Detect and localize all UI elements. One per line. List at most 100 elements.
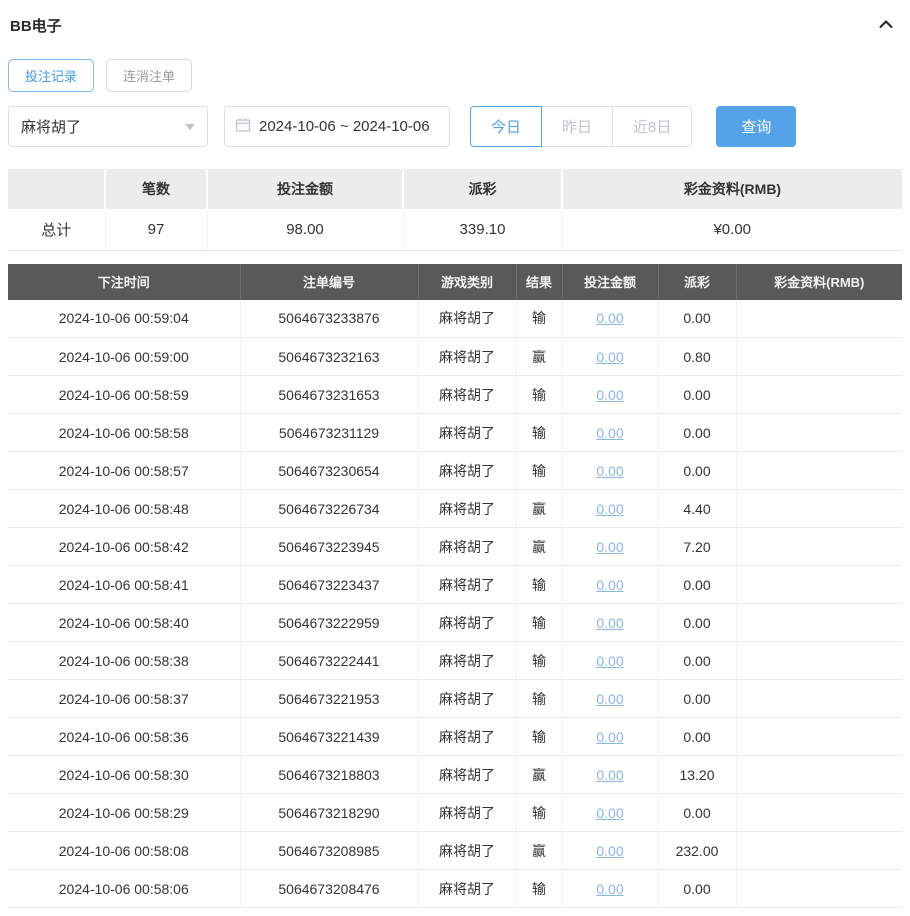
table-row: 2024-10-06 00:58:37 5064673221953 麻将胡了 输… xyxy=(8,680,902,718)
cell-order-id: 5064673218803 xyxy=(240,756,418,794)
cell-game-type: 麻将胡了 xyxy=(418,718,516,756)
cell-game-type: 麻将胡了 xyxy=(418,870,516,908)
cell-game-type: 麻将胡了 xyxy=(418,604,516,642)
cell-game-type: 麻将胡了 xyxy=(418,794,516,832)
cell-order-id: 5064673221439 xyxy=(240,718,418,756)
cell-payout: 7.20 xyxy=(658,528,736,566)
bet-amount-link[interactable]: 0.00 xyxy=(596,805,623,821)
bet-amount-link[interactable]: 0.00 xyxy=(596,767,623,783)
cell-bonus xyxy=(736,300,902,338)
cell-game-type: 麻将胡了 xyxy=(418,338,516,376)
bet-amount-link[interactable]: 0.00 xyxy=(596,729,623,745)
tab-cancelled-orders[interactable]: 连消注单 xyxy=(106,59,192,92)
quick-button-last8days[interactable]: 近8日 xyxy=(612,106,692,147)
cell-result: 输 xyxy=(516,566,562,604)
summary-table: 笔数 投注金额 派彩 彩金资料(RMB) 总计 97 98.00 339.10 … xyxy=(8,169,902,251)
cell-result: 输 xyxy=(516,376,562,414)
bet-amount-link[interactable]: 0.00 xyxy=(596,615,623,631)
bet-amount-link[interactable]: 0.00 xyxy=(596,387,623,403)
summary-header-payout: 派彩 xyxy=(403,169,562,209)
table-row: 2024-10-06 00:58:08 5064673208985 麻将胡了 赢… xyxy=(8,832,902,870)
cell-game-type: 麻将胡了 xyxy=(418,680,516,718)
table-row: 2024-10-06 00:58:48 5064673226734 麻将胡了 赢… xyxy=(8,490,902,528)
table-row: 2024-10-06 00:58:06 5064673208476 麻将胡了 输… xyxy=(8,870,902,908)
cell-payout: 4.40 xyxy=(658,490,736,528)
cell-bet-time: 2024-10-06 00:58:38 xyxy=(8,642,240,680)
chevron-up-icon xyxy=(876,14,896,37)
bet-amount-link[interactable]: 0.00 xyxy=(596,463,623,479)
cell-result: 赢 xyxy=(516,338,562,376)
table-row: 2024-10-06 00:58:59 5064673231653 麻将胡了 输… xyxy=(8,376,902,414)
cell-order-id: 5064673222441 xyxy=(240,642,418,680)
table-row: 2024-10-06 00:58:40 5064673222959 麻将胡了 输… xyxy=(8,604,902,642)
cell-bet-time: 2024-10-06 00:58:42 xyxy=(8,528,240,566)
summary-total-payout: 339.10 xyxy=(403,209,562,250)
cell-order-id: 5064673226734 xyxy=(240,490,418,528)
bet-amount-link[interactable]: 0.00 xyxy=(596,501,623,517)
cell-game-type: 麻将胡了 xyxy=(418,300,516,338)
header-result: 结果 xyxy=(516,264,562,300)
cell-payout: 0.00 xyxy=(658,414,736,452)
date-range-input[interactable]: 2024-10-06 ~ 2024-10-06 xyxy=(224,106,450,147)
bet-amount-link[interactable]: 0.00 xyxy=(596,653,623,669)
cell-bet-amount: 0.00 xyxy=(562,528,658,566)
summary-header-bonus: 彩金资料(RMB) xyxy=(562,169,902,209)
filter-bar: 麻将胡了 2024-10-06 ~ 2024-10-06 今日 昨日 近8日 查… xyxy=(8,106,902,147)
header-game-type: 游戏类别 xyxy=(418,264,516,300)
cell-bet-time: 2024-10-06 00:58:08 xyxy=(8,832,240,870)
table-row: 2024-10-06 00:58:41 5064673223437 麻将胡了 输… xyxy=(8,566,902,604)
table-row: 2024-10-06 00:59:04 5064673233876 麻将胡了 输… xyxy=(8,300,902,338)
cell-result: 输 xyxy=(516,680,562,718)
cell-payout: 0.80 xyxy=(658,338,736,376)
cell-bet-time: 2024-10-06 00:58:36 xyxy=(8,718,240,756)
bet-amount-link[interactable]: 0.00 xyxy=(596,843,623,859)
bet-amount-link[interactable]: 0.00 xyxy=(596,425,623,441)
cell-order-id: 5064673233876 xyxy=(240,300,418,338)
cell-game-type: 麻将胡了 xyxy=(418,376,516,414)
cell-order-id: 5064673208476 xyxy=(240,870,418,908)
cell-bonus xyxy=(736,832,902,870)
cell-bonus xyxy=(736,718,902,756)
bet-amount-link[interactable]: 0.00 xyxy=(596,691,623,707)
cell-result: 输 xyxy=(516,300,562,338)
cell-bet-time: 2024-10-06 00:58:29 xyxy=(8,794,240,832)
cell-bet-time: 2024-10-06 00:59:04 xyxy=(8,300,240,338)
bet-amount-link[interactable]: 0.00 xyxy=(596,539,623,555)
table-row: 2024-10-06 00:59:00 5064673232163 麻将胡了 赢… xyxy=(8,338,902,376)
collapse-button[interactable] xyxy=(872,12,900,39)
page-title: BB电子 xyxy=(10,15,62,36)
bet-records-table: 下注时间 注单编号 游戏类别 结果 投注金额 派彩 彩金资料(RMB) 2024… xyxy=(8,264,902,909)
cell-bet-time: 2024-10-06 00:58:58 xyxy=(8,414,240,452)
cell-result: 赢 xyxy=(516,756,562,794)
date-range-value: 2024-10-06 ~ 2024-10-06 xyxy=(259,118,430,135)
table-row: 2024-10-06 00:58:57 5064673230654 麻将胡了 输… xyxy=(8,452,902,490)
table-row: 2024-10-06 00:58:38 5064673222441 麻将胡了 输… xyxy=(8,642,902,680)
bet-amount-link[interactable]: 0.00 xyxy=(596,881,623,897)
cell-game-type: 麻将胡了 xyxy=(418,452,516,490)
cell-result: 赢 xyxy=(516,528,562,566)
summary-header-blank xyxy=(8,169,105,209)
table-row: 2024-10-06 00:58:30 5064673218803 麻将胡了 赢… xyxy=(8,756,902,794)
quick-button-yesterday[interactable]: 昨日 xyxy=(541,106,613,147)
summary-total-bonus: ¥0.00 xyxy=(562,209,902,250)
table-row: 2024-10-06 00:58:58 5064673231129 麻将胡了 输… xyxy=(8,414,902,452)
cell-game-type: 麻将胡了 xyxy=(418,566,516,604)
game-select[interactable]: 麻将胡了 xyxy=(8,106,208,147)
cell-payout: 0.00 xyxy=(658,604,736,642)
cell-game-type: 麻将胡了 xyxy=(418,528,516,566)
bet-amount-link[interactable]: 0.00 xyxy=(596,349,623,365)
bet-amount-link[interactable]: 0.00 xyxy=(596,577,623,593)
quick-button-today[interactable]: 今日 xyxy=(470,106,542,147)
tab-bet-records[interactable]: 投注记录 xyxy=(8,59,94,92)
bet-amount-link[interactable]: 0.00 xyxy=(596,310,623,326)
header-bet-amount: 投注金额 xyxy=(562,264,658,300)
cell-bet-time: 2024-10-06 00:58:30 xyxy=(8,756,240,794)
cell-payout: 0.00 xyxy=(658,794,736,832)
cell-payout: 13.20 xyxy=(658,756,736,794)
search-button[interactable]: 查询 xyxy=(716,106,796,147)
cell-result: 输 xyxy=(516,718,562,756)
cell-bonus xyxy=(736,566,902,604)
cell-payout: 0.00 xyxy=(658,300,736,338)
cell-bet-amount: 0.00 xyxy=(562,414,658,452)
header-payout: 派彩 xyxy=(658,264,736,300)
